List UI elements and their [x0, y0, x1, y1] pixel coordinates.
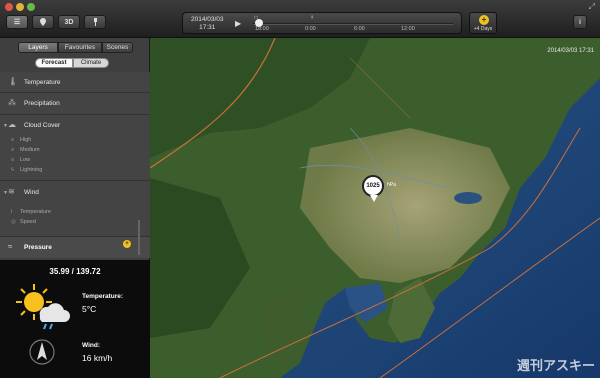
pin-icon [93, 18, 97, 26]
layer-precipitation[interactable]: ⁂ Precipitation [0, 93, 150, 115]
app-window: ⤢ ☰ 3D 2014/03/03 17:31 ▶ ⊓ ↟ 18:00 0:00… [0, 0, 600, 378]
list-icon: ☰ [13, 19, 21, 26]
thermometer-icon: ǀ [11, 209, 13, 215]
timeline-time: 17:31 [199, 24, 216, 31]
sublayer-label[interactable]: Medium [20, 147, 40, 153]
3d-label: 3D [64, 18, 74, 26]
layer-label: Cloud Cover [24, 122, 61, 129]
subtab-forecast[interactable]: Forecast [35, 58, 73, 68]
layer-list: 🌡 Temperature ⁂ Precipitation ▼ ☁ Cloud … [0, 72, 150, 258]
map-datetime: 2014/03/03 17:31 [547, 48, 594, 54]
pressure-value: 1025 [366, 183, 380, 189]
layers-view-button[interactable]: ☰ [6, 15, 28, 29]
wind-value: 16 km/h [82, 353, 113, 363]
pressure-icon: ≈ [8, 242, 13, 251]
layer-temperature[interactable]: 🌡 Temperature [0, 72, 150, 93]
temperature-label: Temperature: [82, 293, 124, 300]
location-icon [40, 18, 46, 26]
pressure-pin[interactable]: 1025 [362, 175, 384, 197]
coordinates-label: 35.99 / 139.72 [49, 267, 101, 276]
wind-add-icon[interactable]: + [123, 240, 131, 248]
wind-direction-icon [29, 339, 55, 365]
tab-favourites[interactable]: Favourites [58, 42, 102, 53]
satellite-map [150, 38, 600, 378]
tab-label: Scenes [106, 44, 129, 51]
cloud-icon: ☁ [8, 120, 16, 129]
timeline: 2014/03/03 17:31 ▶ ⊓ ↟ 18:00 0:00 6:00 1… [182, 12, 462, 34]
sublayer-label[interactable]: High [20, 137, 31, 143]
timeline-marker-icon: ↟ [310, 15, 315, 21]
timeline-tick: 6:00 [354, 26, 365, 32]
layer-label: Temperature [24, 79, 61, 86]
lightning-icon: ϟ [11, 167, 14, 173]
layer-label: Precipitation [24, 100, 60, 107]
timeline-tick: 18:00 [255, 26, 269, 32]
tab-layers[interactable]: Layers [18, 42, 58, 53]
wind-density-slider[interactable] [138, 220, 140, 255]
3d-view-button[interactable]: 3D [58, 15, 80, 29]
plus-icon: + [479, 15, 489, 25]
info-icon: i [579, 18, 581, 26]
tab-label: Favourites [64, 44, 96, 51]
watermark: 週刊アスキー [516, 359, 595, 374]
toolbar: ⤢ ☰ 3D 2014/03/03 17:31 ▶ ⊓ ↟ 18:00 0:00… [0, 0, 600, 38]
cloud-medium-icon: ≡ [11, 147, 15, 153]
info-button[interactable]: i [573, 15, 587, 29]
pin-button[interactable] [84, 15, 106, 29]
sublayer-label[interactable]: Speed [20, 219, 36, 225]
map-view[interactable]: 2014/03/03 17:31 1025 hPa 週刊アスキー [150, 38, 600, 378]
close-window-button[interactable] [5, 3, 13, 11]
subtab-label: Forecast [41, 60, 67, 66]
wind-icon: ≋ [8, 187, 15, 196]
timeline-datetime: 2014/03/03 17:31 [191, 16, 224, 32]
timeline-track[interactable] [253, 23, 453, 25]
temperature-value: 5°C [82, 304, 97, 314]
play-icon[interactable]: ▶ [235, 19, 241, 28]
thermometer-icon: 🌡 [8, 77, 19, 86]
sublayer-label[interactable]: Temperature [20, 209, 51, 215]
forecast-days-label: +4 Days [473, 26, 493, 32]
minimize-window-button[interactable] [16, 3, 24, 11]
tab-scenes[interactable]: Scenes [102, 42, 133, 53]
sidebar: Layers Favourites Scenes Forecast Climat… [0, 38, 150, 378]
fullscreen-icon[interactable]: ⤢ [589, 2, 595, 12]
cloud-low-icon: ≡ [11, 157, 15, 163]
location-button[interactable] [32, 15, 54, 29]
layer-cloud-cover[interactable]: ▼ ☁ Cloud Cover ≡ High ≡ Medium ≡ Low ϟ … [0, 115, 150, 181]
speed-icon: ◎ [11, 219, 16, 225]
rain-icon: ⁂ [8, 98, 16, 107]
timeline-date: 2014/03/03 [191, 16, 224, 23]
tab-label: Layers [28, 44, 48, 51]
sublayer-label[interactable]: Low [20, 157, 30, 163]
sublayer-label[interactable]: Lightning [20, 167, 42, 173]
forecast-days-button[interactable]: + +4 Days [469, 12, 497, 34]
layer-label: Wind [24, 189, 39, 196]
timeline-tick: 0:00 [305, 26, 316, 32]
pressure-unit: hPa [387, 182, 396, 188]
timeline-tick: 12:00 [401, 26, 415, 32]
subtab-label: Climate [80, 60, 102, 66]
subtab-climate[interactable]: Climate [73, 58, 109, 68]
zoom-window-button[interactable] [27, 3, 35, 11]
sun-cloud-icon [16, 284, 70, 330]
weather-panel: 35.99 / 139.72 Temperature: 5°C Wind: 16… [0, 260, 150, 378]
layer-wind[interactable]: ▼ ≋ Wind ǀ Temperature ◎ Speed [0, 181, 150, 237]
cloud-high-icon: ≡ [11, 137, 15, 143]
layer-label: Pressure [24, 244, 52, 251]
pin-pointer-icon [370, 195, 378, 202]
wind-label: Wind: [82, 342, 100, 349]
